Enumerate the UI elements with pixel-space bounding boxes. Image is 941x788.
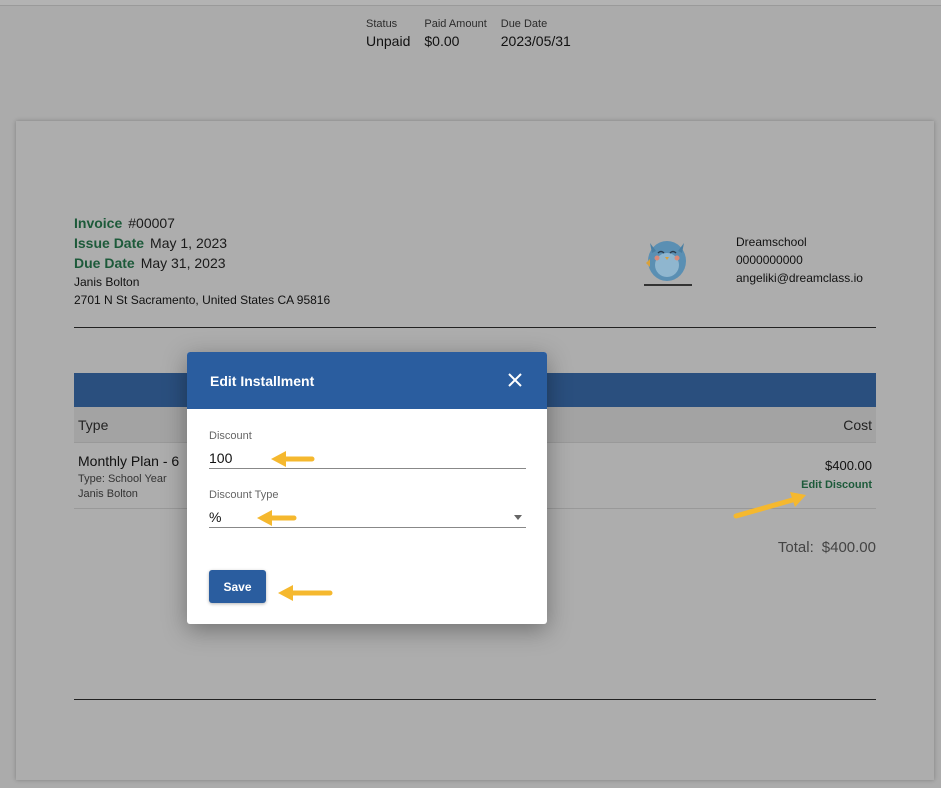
- issue-date: May 1, 2023: [150, 235, 228, 251]
- summary-paid-amount: Paid Amount $0.00: [424, 18, 486, 49]
- summary-due-date: Due Date 2023/05/31: [501, 18, 571, 49]
- dialog-header: Edit Installment: [187, 352, 547, 409]
- owl-logo-icon: [644, 241, 692, 286]
- discount-input[interactable]: 100: [209, 447, 526, 469]
- summary-value: 2023/05/31: [500, 33, 571, 49]
- invoice-number: #00007: [128, 215, 175, 231]
- total-value: $400.00: [821, 539, 876, 556]
- close-icon[interactable]: [505, 370, 525, 390]
- dropdown-caret-icon: [514, 515, 522, 520]
- plan-type: Type: School Year: [78, 473, 167, 485]
- discount-value: 100: [209, 449, 233, 466]
- summary-label: Due Date: [500, 18, 548, 30]
- discount-type-label: Discount Type: [209, 489, 279, 501]
- column-header-type: Type: [78, 417, 109, 433]
- invoice-number-label: Invoice: [74, 215, 123, 231]
- issue-date-label: Issue Date: [74, 235, 145, 251]
- save-button[interactable]: Save: [209, 570, 266, 603]
- annotation-arrow-icon: [733, 492, 806, 519]
- edit-discount-link[interactable]: Edit Discount: [801, 479, 872, 491]
- discount-type-value: %: [209, 508, 222, 525]
- invoice-details: Invoice #00007 Issue Date May 1, 2023 Due …: [74, 213, 330, 309]
- customer-address: 2701 N St Sacramento, United States CA 9…: [74, 293, 331, 307]
- plan-person: Janis Bolton: [78, 488, 138, 500]
- summary-status: Status Unpaid: [366, 18, 410, 49]
- invoice-total: Total: $400.00: [778, 539, 876, 556]
- due-date-label: Due Date: [74, 255, 135, 271]
- customer-name: Janis Bolton: [74, 275, 140, 289]
- plan-title: Monthly Plan - 6: [78, 453, 180, 469]
- summary-label: Status: [366, 18, 398, 30]
- column-header-cost: Cost: [843, 417, 872, 433]
- annotation-arrow-icon: [271, 451, 315, 467]
- divider: [74, 327, 876, 328]
- summary-value: Unpaid: [366, 33, 411, 49]
- school-info: Dreamschool 0000000000 angeliki@dreamcla…: [736, 233, 863, 287]
- dialog-title: Edit Installment: [210, 372, 315, 389]
- summary-value: $0.00: [424, 33, 460, 49]
- discount-label: Discount: [209, 430, 252, 442]
- divider: [74, 699, 876, 700]
- row-cost: $400.00: [825, 458, 872, 473]
- edit-installment-dialog: Edit Installment Discount 100 Discount T…: [187, 352, 547, 624]
- school-email: angeliki@dreamclass.io: [736, 271, 863, 285]
- annotation-arrow-icon: [278, 585, 333, 601]
- due-date: May 31, 2023: [140, 255, 226, 271]
- school-name: Dreamschool: [736, 235, 807, 249]
- discount-field: Discount 100: [209, 430, 526, 469]
- total-label: Total:: [777, 539, 814, 556]
- summary-label: Paid Amount: [424, 18, 487, 30]
- school-phone: 0000000000: [736, 253, 803, 267]
- annotation-arrow-icon: [257, 510, 297, 526]
- invoice-summary: Status Unpaid Paid Amount $0.00 Due Date…: [366, 18, 571, 49]
- top-strip: [0, 0, 941, 6]
